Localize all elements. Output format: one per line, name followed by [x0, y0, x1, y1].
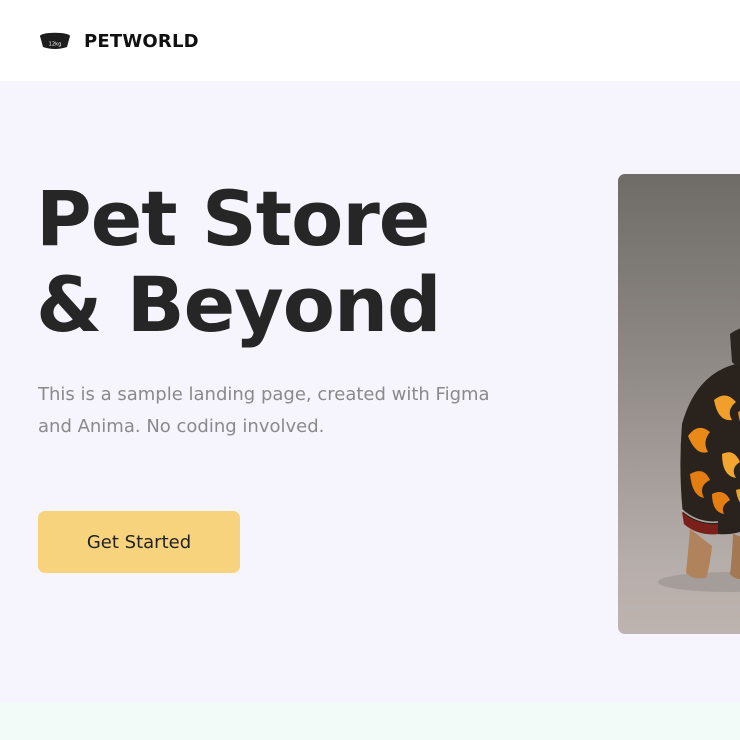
site-header: 12kg PETWORLD	[0, 0, 740, 81]
hero-description: This is a sample landing page, created w…	[38, 384, 490, 437]
hero-title: Pet Store & Beyond	[36, 174, 441, 349]
brand-name: PETWORLD	[84, 30, 199, 52]
logo-icon-text: 12kg	[49, 42, 62, 48]
hero-title-line-1: Pet Store	[36, 174, 430, 263]
brand-logo[interactable]: 12kg PETWORLD	[38, 28, 199, 54]
hero-title-line-2: & Beyond	[36, 260, 441, 349]
dog-in-sweater-illustration	[658, 328, 740, 592]
next-section	[0, 703, 740, 740]
hero-dog-image	[618, 174, 740, 634]
landing-page: 12kg PETWORLD Pet Store & Beyond This is…	[0, 0, 740, 740]
pet-bowl-icon: 12kg	[40, 32, 70, 49]
get-started-button[interactable]: Get Started	[38, 511, 240, 573]
hero-section: Pet Store & Beyond This is a sample land…	[0, 81, 740, 703]
